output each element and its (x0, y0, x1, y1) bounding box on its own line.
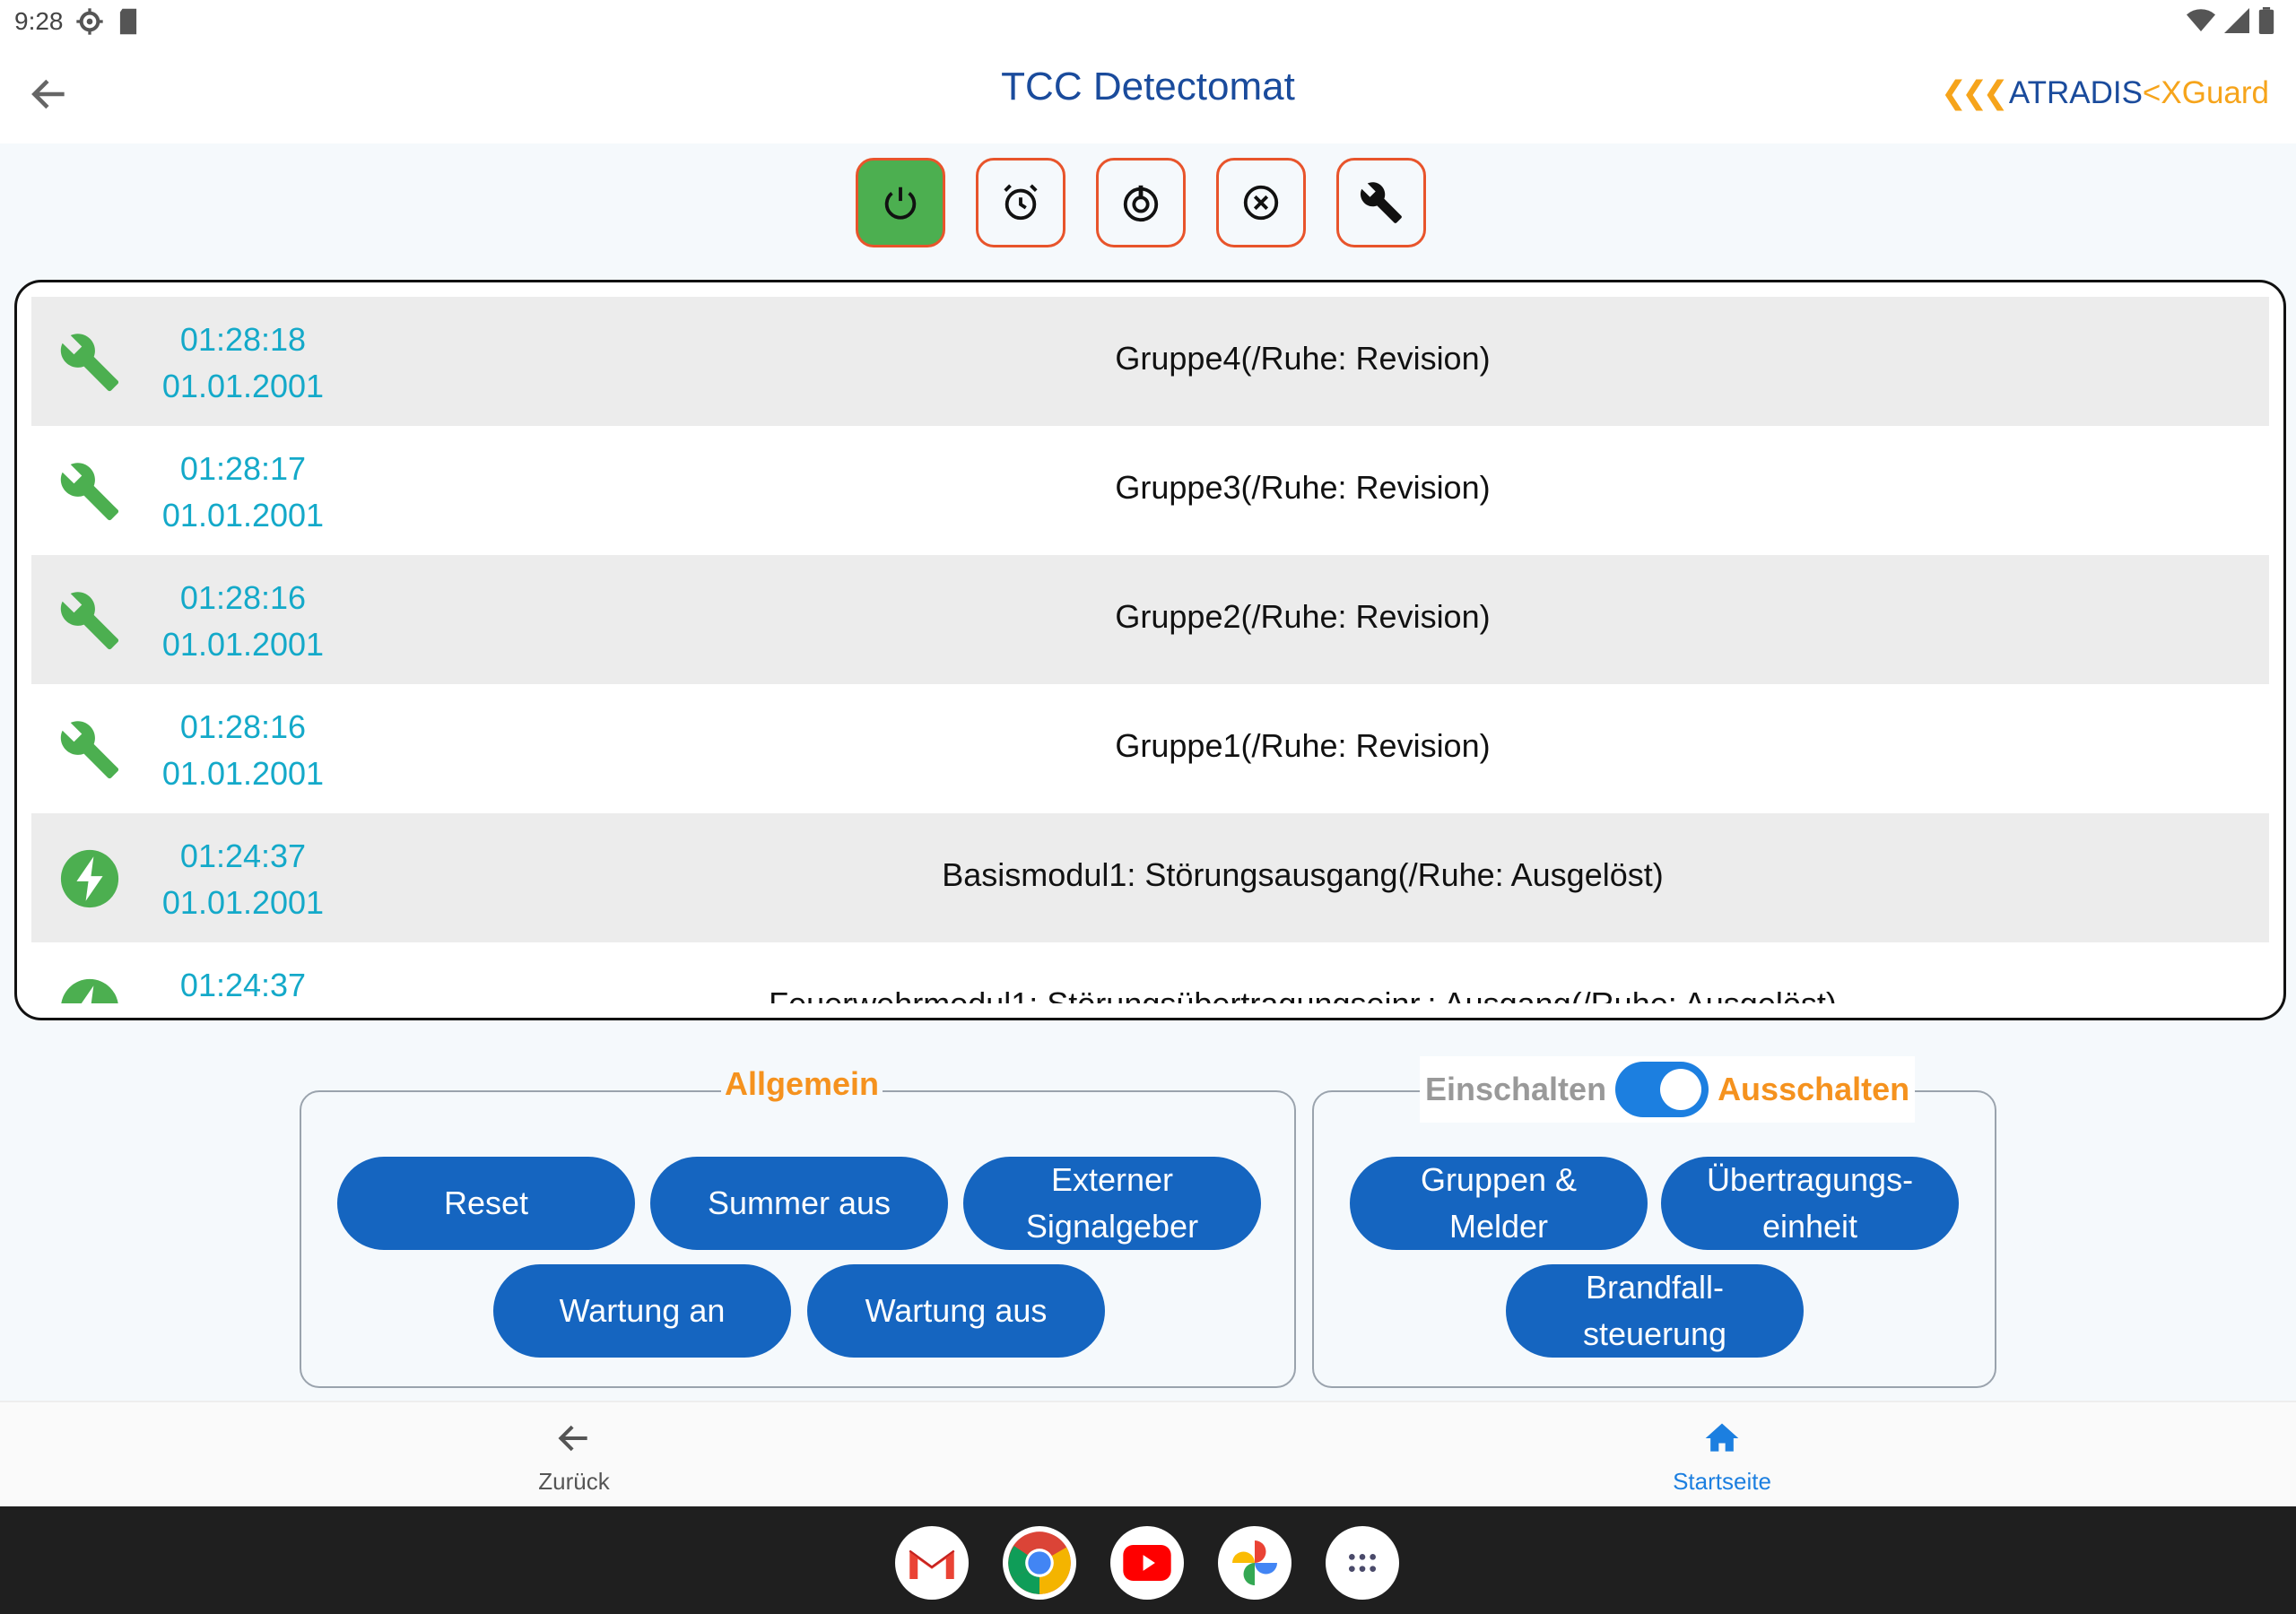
event-datetime: 01:28:16 01.01.2001 (153, 575, 333, 668)
transmission-unit-button[interactable]: Übertragungs- einheit (1661, 1157, 1959, 1250)
event-row[interactable]: 01:28:16 01.01.2001 Gruppe2(/Ruhe: Revisio… (31, 555, 2269, 684)
bolt-circle-icon (58, 976, 121, 1003)
general-group-legend: Allgemein (721, 1065, 883, 1103)
on-off-toggle[interactable] (1615, 1062, 1709, 1117)
nav-home-label: Startseite (1673, 1468, 1771, 1495)
photos-icon[interactable] (1218, 1526, 1292, 1600)
power-icon (884, 187, 917, 220)
wrench-icon (58, 589, 121, 652)
wrench-icon (58, 460, 121, 523)
wrench-icon (58, 718, 121, 781)
filter-power-button[interactable] (856, 158, 945, 247)
home-icon (1705, 1423, 1739, 1452)
nav-home-button[interactable]: Startseite (1623, 1419, 1821, 1496)
switch-group: Einschalten Ausschalten Gruppen & Melder… (1312, 1056, 1996, 1388)
brand-separator: < (2142, 75, 2161, 110)
groups-detectors-button[interactable]: Gruppen & Melder (1350, 1157, 1648, 1250)
fire-alarm-icon (1123, 185, 1159, 222)
brand-main: ATRADIS (2008, 75, 2143, 110)
event-time: 01:28:16 (179, 708, 307, 745)
event-row[interactable]: 01:28:18 01.01.2001 Gruppe4(/Ruhe: Revisio… (31, 297, 2269, 426)
event-time: 01:28:17 (179, 450, 307, 487)
event-list[interactable]: 01:28:18 01.01.2001 Gruppe4(/Ruhe: Revisio… (31, 297, 2269, 1003)
back-arrow-icon (558, 1425, 587, 1452)
app-bar: TCC Detectomat ❮❮❮ ATRADIS<XGuard (0, 45, 2296, 143)
chrome-icon[interactable] (1003, 1526, 1076, 1600)
event-time: 01:28:18 (179, 321, 307, 358)
wrench-icon (1360, 182, 1402, 223)
event-description: Gruppe3(/Ruhe: Revision) (1115, 469, 1491, 506)
event-time: 01:24:37 (179, 967, 307, 1003)
brand-chevrons: ❮❮❮ (1940, 75, 2009, 110)
general-group: Allgemein Reset Summer aus Externer Sign… (300, 1065, 1296, 1388)
event-row[interactable]: 01:24:37 01.01.2001 Basismodul1: Störungsa… (31, 813, 2269, 942)
event-description: Gruppe2(/Ruhe: Revision) (1115, 598, 1491, 635)
gmail-icon[interactable] (895, 1526, 969, 1600)
maintenance-off-button[interactable]: Wartung aus (807, 1264, 1105, 1358)
buzzer-off-button[interactable]: Summer aus (650, 1157, 948, 1250)
external-signal-button[interactable]: Externer Signalgeber (963, 1157, 1261, 1250)
event-datetime: 01:24:37 01.01.2001 (153, 833, 333, 926)
app-drawer-icon[interactable] (1326, 1526, 1399, 1600)
bottom-navigation: Zurück Startseite (0, 1401, 2296, 1508)
switch-group-legend: Einschalten Ausschalten (1420, 1056, 1916, 1123)
brand-logo: ❮❮❮ ATRADIS<XGuard (1941, 75, 2269, 111)
filter-maintenance-button[interactable] (1336, 158, 1426, 247)
event-description: Basismodul1: Störungsausgang(/Ruhe: Ausg… (942, 856, 1664, 893)
filter-error-button[interactable] (1216, 158, 1306, 247)
label-ausschalten: Ausschalten (1718, 1071, 1910, 1107)
system-dock (0, 1506, 2296, 1614)
wifi-icon (2187, 9, 2215, 31)
label-einschalten: Einschalten (1425, 1071, 1607, 1107)
event-row[interactable]: 01:28:17 01.01.2001 Gruppe3(/Ruhe: Revisio… (31, 426, 2269, 555)
cancel-circle-icon (1243, 185, 1279, 221)
event-datetime: 01:24:3701.01.2001 (153, 962, 333, 1003)
status-time: 9:28 (14, 7, 64, 35)
alarm-clock-icon (1004, 184, 1038, 221)
bolt-circle-icon (58, 847, 121, 910)
event-datetime: 01:28:16 01.01.2001 (153, 704, 333, 797)
reset-button[interactable]: Reset (337, 1157, 635, 1250)
event-datetime: 01:28:17 01.01.2001 (153, 446, 333, 539)
signal-icon (2224, 8, 2249, 33)
event-row[interactable]: 01:28:16 01.01.2001 Gruppe1(/Ruhe: Revisio… (31, 684, 2269, 813)
nav-back-label: Zurück (538, 1468, 610, 1495)
event-row[interactable]: 01:24:3701.01.2001Feuerwehrmodul1: Störu… (31, 942, 2269, 1003)
wrench-icon (58, 331, 121, 394)
filter-alarm-button[interactable] (976, 158, 1065, 247)
event-description: Gruppe4(/Ruhe: Revision) (1115, 340, 1491, 377)
nav-back-button[interactable]: Zurück (475, 1419, 673, 1496)
fire-control-button[interactable]: Brandfall- steuerung (1506, 1264, 1804, 1358)
brand-suffix: XGuard (2161, 75, 2269, 110)
settings-icon (76, 8, 103, 35)
event-date: 01.01.2001 (161, 884, 325, 921)
event-date: 01.01.2001 (161, 755, 325, 792)
status-bar: 9:28 (0, 0, 2296, 45)
event-time: 01:24:37 (179, 837, 307, 874)
event-time: 01:28:16 (179, 579, 307, 616)
youtube-icon[interactable] (1110, 1526, 1184, 1600)
toggle-knob (1660, 1069, 1702, 1110)
event-description: Feuerwehrmodul1: Störungsübertragungsein… (336, 985, 2269, 1003)
event-filter-bar (856, 158, 1426, 247)
filter-fire-button[interactable] (1096, 158, 1186, 247)
event-date: 01.01.2001 (161, 368, 325, 404)
maintenance-on-button[interactable]: Wartung an (493, 1264, 791, 1358)
event-datetime: 01:28:18 01.01.2001 (153, 317, 333, 410)
event-date: 01.01.2001 (161, 497, 325, 534)
event-date: 01.01.2001 (161, 626, 325, 663)
sd-card-icon (119, 8, 137, 35)
battery-icon (2258, 7, 2274, 34)
event-list-panel[interactable]: 01:28:18 01.01.2001 Gruppe4(/Ruhe: Revisio… (14, 280, 2286, 1020)
event-description: Gruppe1(/Ruhe: Revision) (1115, 727, 1491, 764)
